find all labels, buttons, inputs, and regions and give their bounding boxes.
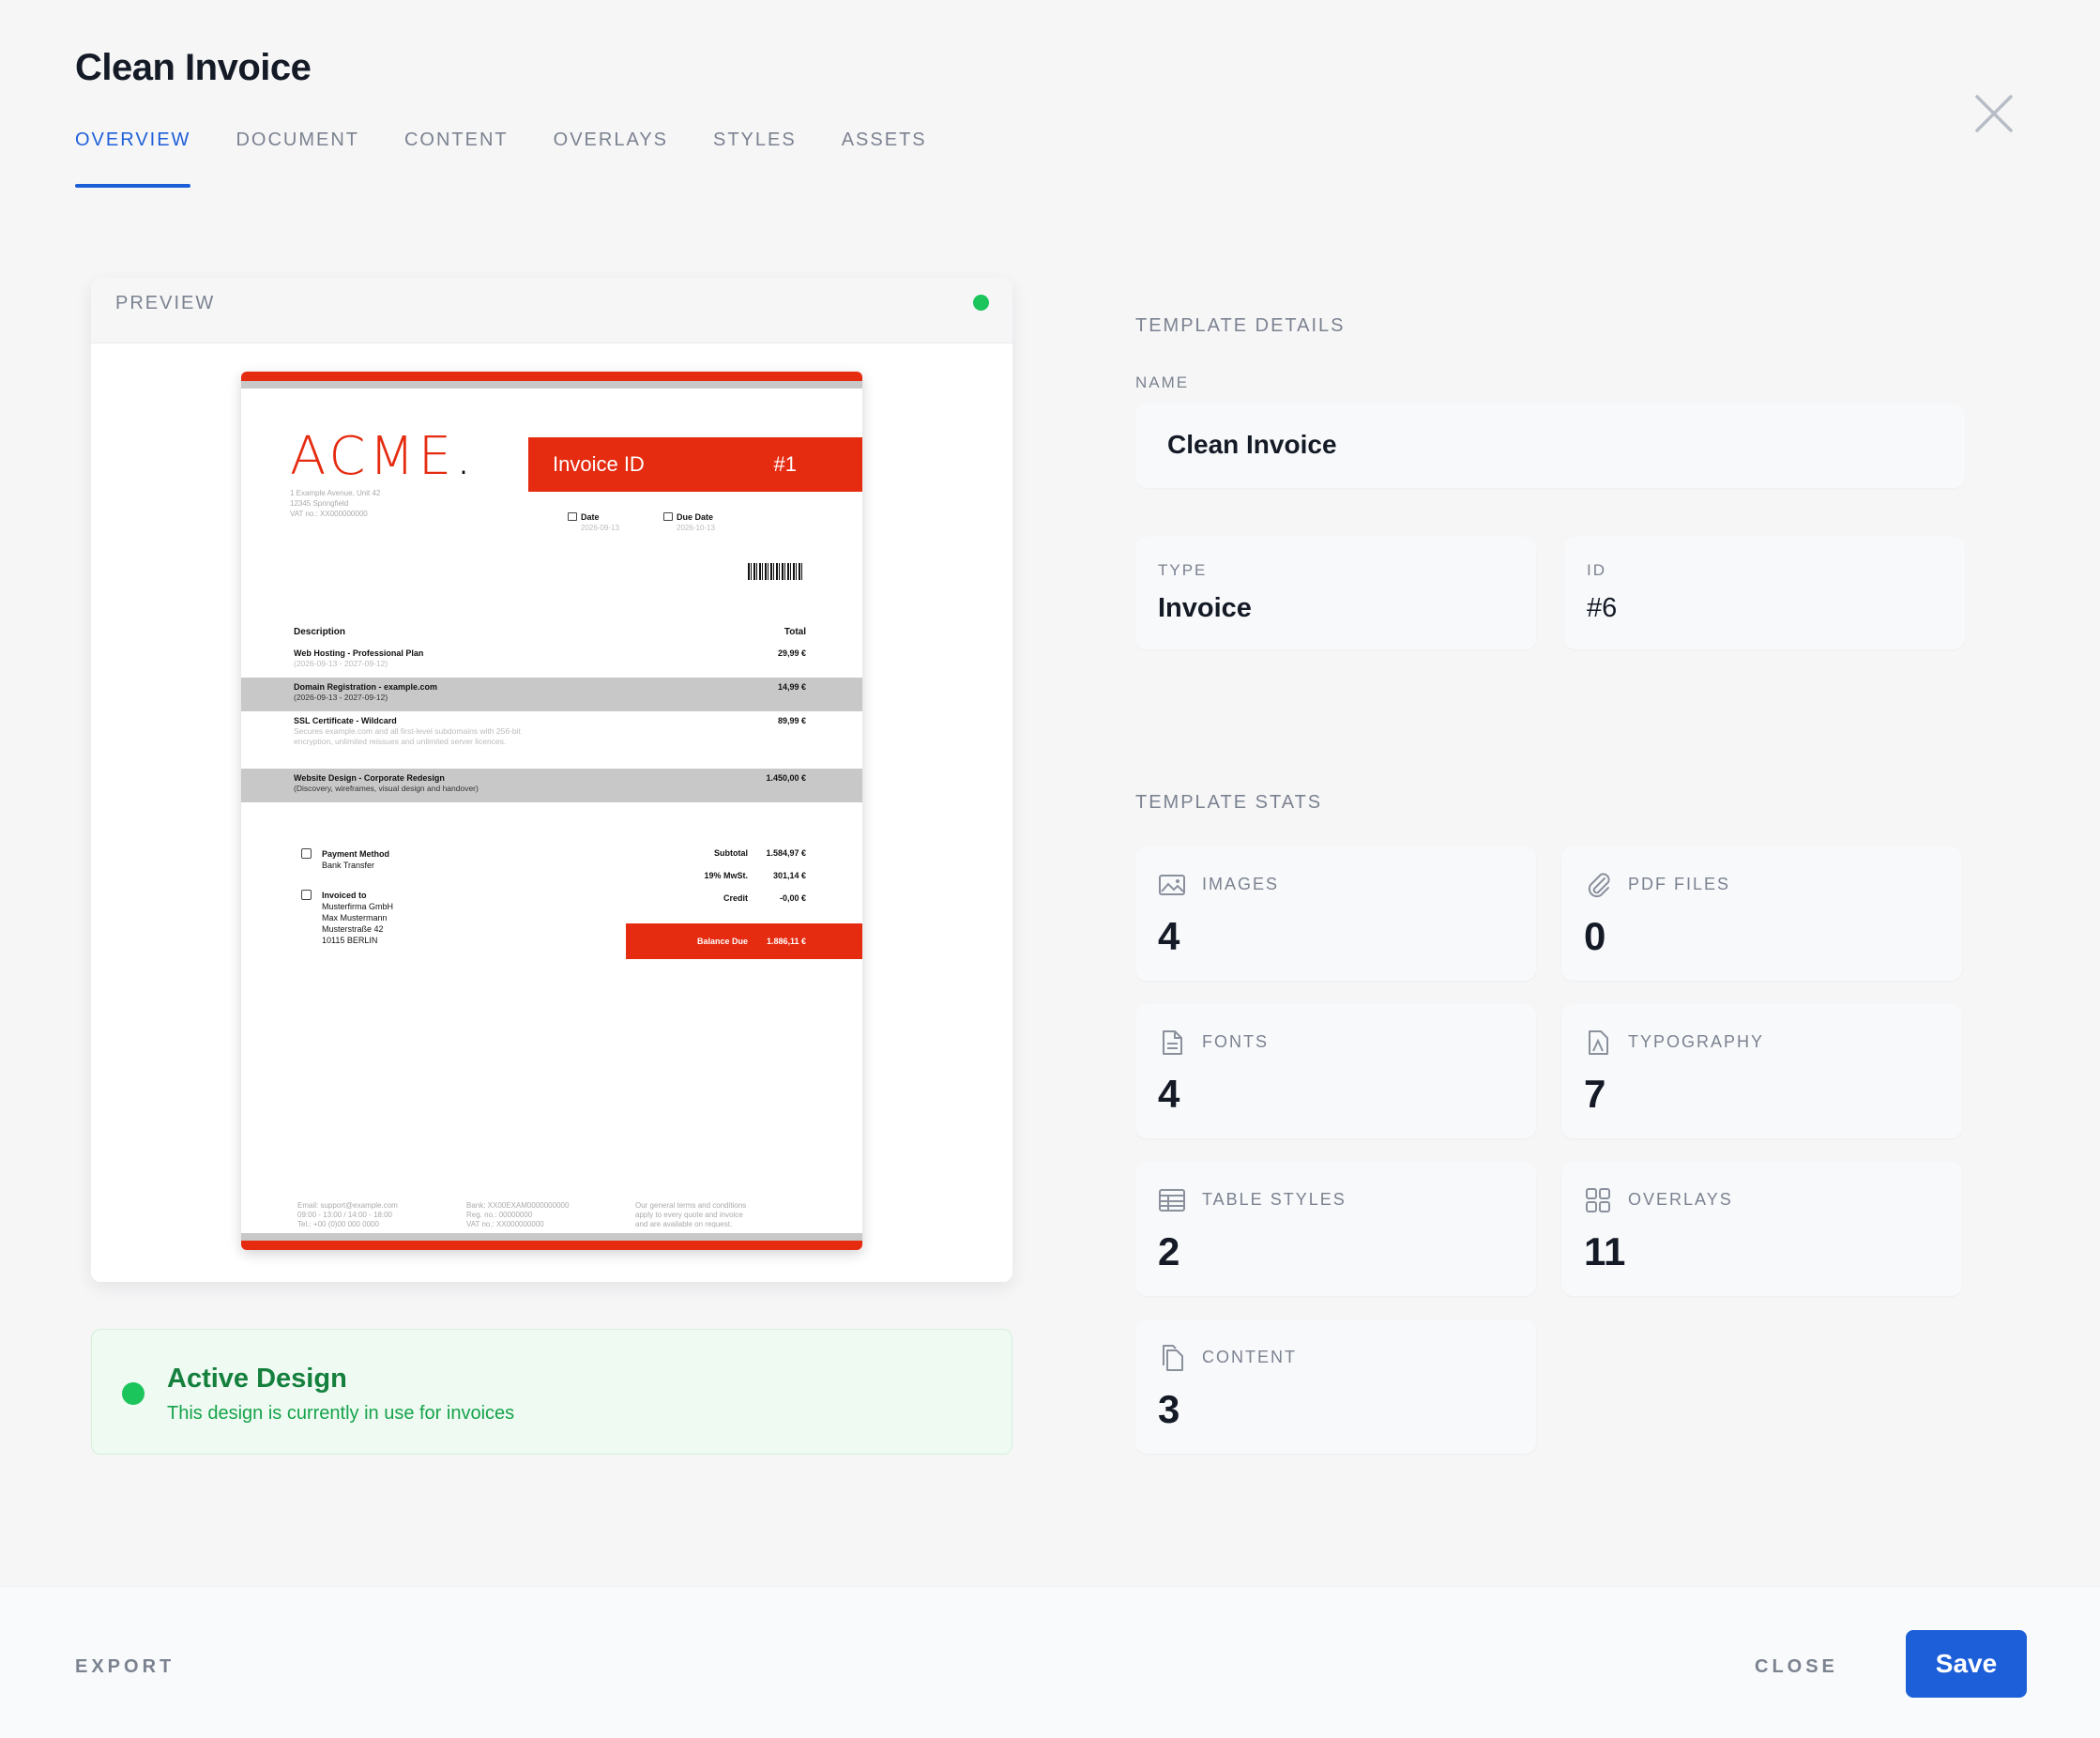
stat-value: 7 xyxy=(1584,1072,1606,1116)
id-label: ID xyxy=(1587,561,1606,579)
tab-content[interactable]: CONTENT xyxy=(404,128,509,188)
invoice-logo: ACME. xyxy=(290,426,476,487)
template-stats-heading: TEMPLATE STATS xyxy=(1135,792,1323,813)
type-value: Invoice xyxy=(1158,593,1252,623)
modal-footer: EXPORT CLOSE Save xyxy=(0,1586,2100,1738)
grid-icon xyxy=(1586,1188,1610,1212)
tab-assets[interactable]: ASSETS xyxy=(842,128,927,188)
type-field: TYPE Invoice xyxy=(1135,537,1536,649)
invoice-bottom-stripe xyxy=(241,1241,862,1250)
save-button[interactable]: Save xyxy=(1906,1630,2027,1698)
invoice-credit-label: Credit xyxy=(723,893,748,903)
barcode xyxy=(748,563,804,580)
stat-label: OVERLAYS xyxy=(1628,1190,1733,1209)
stat-value: 4 xyxy=(1158,914,1180,958)
image-icon xyxy=(1159,875,1185,895)
close-icon[interactable] xyxy=(1974,94,2014,133)
active-design-subtitle: This design is currently in use for invo… xyxy=(167,1403,515,1424)
name-field[interactable]: Clean Invoice xyxy=(1135,404,1965,488)
invoice-sender-address: 1 Example Avenue, Unit 42 12345 Springfi… xyxy=(290,489,381,518)
preview-label: PREVIEW xyxy=(115,293,216,313)
stat-value: 2 xyxy=(1158,1229,1180,1273)
tab-overview[interactable]: OVERVIEW xyxy=(75,128,191,188)
invoice-top-band xyxy=(241,381,862,389)
tab-overlays[interactable]: OVERLAYS xyxy=(554,128,668,188)
calendar-icon xyxy=(663,512,673,521)
preview-card: PREVIEW ACME. 1 Example Avenue, Unit 42 … xyxy=(91,278,1012,1282)
stat-label: PDF FILES xyxy=(1628,875,1731,893)
stat-card-typography[interactable]: TYPOGRAPHY 7 xyxy=(1561,1004,1962,1138)
invoice-thumbnail[interactable]: ACME. 1 Example Avenue, Unit 42 12345 Sp… xyxy=(241,372,862,1250)
stat-card-images[interactable]: IMAGES 4 xyxy=(1135,846,1536,981)
export-button[interactable]: EXPORT xyxy=(75,1656,175,1678)
stat-value: 11 xyxy=(1584,1229,1626,1273)
invoice-line-item: Web Hosting - Professional Plan (2026-09… xyxy=(294,648,806,668)
stat-label: FONTS xyxy=(1202,1032,1269,1051)
status-dot xyxy=(973,295,989,311)
copy-icon xyxy=(1163,1345,1183,1371)
name-value: Clean Invoice xyxy=(1167,430,1337,459)
invoice-tax-label: 19% MwSt. xyxy=(704,871,748,880)
document-icon xyxy=(301,890,312,900)
stat-card-fonts[interactable]: FONTS 4 xyxy=(1135,1004,1536,1138)
invoice-footer-terms: Our general terms and conditions apply t… xyxy=(635,1201,747,1228)
active-status-dot xyxy=(122,1382,145,1405)
credit-card-icon xyxy=(301,848,312,859)
preview-header: PREVIEW xyxy=(91,278,1012,343)
stat-card-overlays[interactable]: OVERLAYS 11 xyxy=(1561,1162,1962,1296)
active-design-banner: Active Design This design is currently i… xyxy=(91,1329,1012,1455)
invoice-line-item: Domain Registration - example.com (2026-… xyxy=(241,678,862,711)
stat-label: TABLE STYLES xyxy=(1202,1190,1347,1209)
calendar-icon xyxy=(568,512,577,521)
invoice-col-total: Total xyxy=(784,627,806,637)
invoice-footer-bank: Bank: XX00EXAM0000000000 Reg. no.: 00000… xyxy=(466,1201,570,1228)
invoice-tax-value: 301,14 € xyxy=(772,871,806,880)
stat-label: CONTENT xyxy=(1202,1348,1297,1366)
invoice-subtotal-value: 1.584,97 € xyxy=(766,848,806,858)
tab-document[interactable]: DOCUMENT xyxy=(236,128,359,188)
stat-value: 4 xyxy=(1158,1072,1180,1116)
invoice-due-date: Due Date 2026-10-13 xyxy=(663,512,715,532)
typography-icon xyxy=(1589,1030,1608,1055)
close-button[interactable]: CLOSE xyxy=(1755,1656,1838,1678)
table-icon xyxy=(1159,1189,1185,1212)
active-design-title: Active Design xyxy=(167,1364,347,1394)
invoice-billing-address: Invoiced to Musterfirma GmbH Max Musterm… xyxy=(301,890,393,946)
stat-label: IMAGES xyxy=(1202,875,1280,893)
invoice-col-description: Description xyxy=(294,627,346,637)
stat-value: 0 xyxy=(1584,914,1606,958)
stat-card-content[interactable]: CONTENT 3 xyxy=(1135,1319,1536,1454)
stat-card-table-styles[interactable]: TABLE STYLES 2 xyxy=(1135,1162,1536,1296)
invoice-top-stripe xyxy=(241,372,862,381)
name-label: NAME xyxy=(1135,374,1190,391)
template-details-heading: TEMPLATE DETAILS xyxy=(1135,315,1346,336)
invoice-bottom-band xyxy=(241,1233,862,1241)
modal-title: Clean Invoice xyxy=(75,47,312,88)
stat-card-pdf-files[interactable]: PDF FILES 0 xyxy=(1561,846,1962,981)
invoice-date: Date 2026-09-13 xyxy=(568,512,619,532)
invoice-balance-due: Balance Due 1.886,11 € xyxy=(626,923,862,959)
invoice-line-item: Website Design - Corporate Redesign (Dis… xyxy=(241,769,862,802)
type-label: TYPE xyxy=(1158,561,1208,579)
tab-bar: OVERVIEW DOCUMENT CONTENT OVERLAYS STYLE… xyxy=(75,128,972,188)
id-field: ID #6 xyxy=(1564,537,1965,649)
paperclip-icon xyxy=(1588,873,1610,898)
invoice-credit-value: -0,00 € xyxy=(779,893,806,903)
invoice-line-item: SSL Certificate - Wildcard Secures examp… xyxy=(294,716,806,746)
invoice-subtotal-label: Subtotal xyxy=(714,848,748,858)
invoice-footer-contact: Email: support@example.com 09:00 - 13:00… xyxy=(297,1201,398,1228)
invoice-payment-method: Payment Method Bank Transfer xyxy=(301,848,389,871)
stat-value: 3 xyxy=(1158,1387,1180,1431)
invoice-id-bar: Invoice ID #1 xyxy=(528,437,862,492)
stat-label: TYPOGRAPHY xyxy=(1628,1032,1765,1051)
tab-styles[interactable]: STYLES xyxy=(713,128,797,188)
id-value: #6 xyxy=(1587,593,1618,623)
file-icon xyxy=(1163,1030,1182,1055)
